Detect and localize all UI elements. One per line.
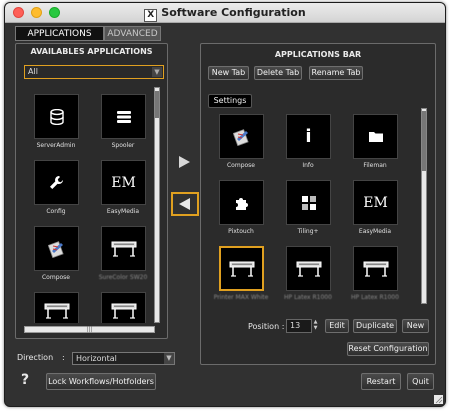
app-tile-label: Config	[46, 208, 66, 215]
scrollbar-thumb[interactable]	[422, 111, 426, 171]
app-tile[interactable]	[101, 94, 146, 139]
available-vertical-scrollbar[interactable]	[154, 87, 160, 323]
info-icon: i	[305, 126, 312, 147]
bar-vertical-scrollbar[interactable]	[421, 108, 427, 304]
puzzle-icon	[235, 196, 249, 210]
resize-grip-icon[interactable]	[434, 395, 443, 404]
window-title-text: Software Configuration	[161, 6, 306, 19]
app-tile-label: Pixtouch	[228, 228, 254, 235]
app-tile[interactable]	[219, 114, 264, 159]
app-tile-label: SureColor SW20	[98, 274, 148, 281]
app-tile[interactable]	[34, 292, 79, 323]
printer-icon	[44, 303, 70, 319]
app-tile[interactable]	[353, 114, 398, 159]
easymedia-icon: EM	[111, 174, 136, 191]
app-tile-label: EasyMedia	[106, 208, 140, 215]
title-bar: X Software Configuration	[5, 3, 445, 23]
app-tile-label: Tiling+	[297, 228, 319, 235]
easymedia-icon: EM	[363, 194, 388, 211]
app-tile-label: Compose	[41, 274, 70, 281]
chevron-down-icon: ▼	[164, 353, 174, 364]
app-tile-label: Printer MAX White	[213, 294, 269, 301]
x11-icon: X	[144, 9, 158, 22]
position-label: Position :	[248, 322, 285, 331]
app-tile-label: ServerAdmin	[36, 142, 76, 149]
app-tile-label: HP Latex R1000	[284, 294, 332, 301]
app-tile[interactable]	[34, 226, 79, 271]
app-tile[interactable]	[286, 246, 331, 291]
duplicate-button[interactable]: Duplicate	[353, 319, 397, 333]
printer-icon	[111, 241, 137, 257]
app-tile[interactable]	[34, 160, 79, 205]
app-tile[interactable]	[101, 226, 146, 271]
tiling-icon	[301, 195, 316, 210]
add-to-bar-button[interactable]	[170, 150, 198, 174]
remove-from-bar-button[interactable]	[171, 192, 199, 216]
applications-bar-title: APPLICATIONS BAR	[274, 50, 362, 59]
available-horizontal-scrollbar[interactable]: |||	[24, 326, 155, 333]
wrench-icon	[49, 175, 64, 190]
direction-separator: :	[62, 353, 65, 362]
application-filter-select[interactable]: All ▼	[24, 65, 164, 79]
app-tile-label: Compose	[226, 162, 255, 169]
compose-icon	[47, 240, 66, 258]
tab-settings[interactable]: Settings	[208, 94, 252, 108]
app-tile[interactable]: EM	[353, 180, 398, 225]
list-icon	[116, 110, 131, 123]
compose-icon	[232, 128, 251, 146]
quit-button[interactable]: Quit	[407, 373, 434, 390]
app-tile[interactable]	[219, 180, 264, 225]
direction-select[interactable]: Horizontal ▼	[72, 352, 175, 365]
database-icon	[49, 108, 64, 125]
printer-icon	[229, 261, 255, 277]
app-tile[interactable]	[286, 180, 331, 225]
scrollbar-thumb[interactable]	[155, 91, 159, 118]
arrow-right-icon	[179, 156, 190, 168]
position-stepper[interactable]: ▲ ▼	[312, 319, 319, 331]
printer-icon	[111, 303, 137, 319]
tab-applications[interactable]: APPLICATIONS	[15, 26, 104, 41]
new-tab-button[interactable]: New Tab	[208, 66, 249, 80]
app-tile[interactable]: i	[286, 114, 331, 159]
delete-tab-button[interactable]: Delete Tab	[254, 66, 302, 80]
app-tile[interactable]	[353, 246, 398, 291]
stepper-down-icon[interactable]: ▼	[312, 325, 319, 331]
direction-label: Direction	[17, 353, 54, 362]
direction-value: Horizontal	[76, 354, 117, 363]
printer-icon	[363, 261, 389, 277]
scroll-grip-icon[interactable]: |||	[86, 327, 92, 333]
app-tile[interactable]: EM	[101, 160, 146, 205]
new-button[interactable]: New	[402, 319, 429, 333]
help-button[interactable]: ?	[21, 372, 29, 388]
reset-configuration-button[interactable]: Reset Configuration	[347, 342, 429, 356]
arrow-left-icon	[179, 198, 190, 210]
rename-tab-button[interactable]: Rename Tab	[309, 66, 363, 80]
position-input[interactable]: 13	[286, 319, 312, 333]
printer-icon	[296, 261, 322, 277]
window-title: X Software Configuration	[5, 6, 445, 22]
app-tile-label: Spooler	[111, 142, 135, 149]
restart-button[interactable]: Restart	[361, 373, 401, 390]
tab-advanced[interactable]: ADVANCED	[104, 26, 161, 41]
app-tile[interactable]	[219, 246, 264, 291]
edit-button[interactable]: Edit	[325, 319, 349, 333]
window: X Software Configuration APPLICATIONS ADV…	[4, 2, 446, 407]
lock-workflows-button[interactable]: Lock Workflows/Hotfolders	[46, 373, 156, 390]
app-tile-label: HP Latex R1000	[351, 294, 399, 301]
app-tile-label: EasyMedia	[358, 228, 392, 235]
chevron-down-icon: ▼	[152, 67, 162, 77]
available-applications-title: AVAILABLES APPLICATIONS	[30, 47, 153, 56]
folder-icon	[368, 131, 383, 142]
filter-value: All	[28, 67, 38, 76]
app-tile[interactable]	[101, 292, 146, 323]
app-tile[interactable]	[34, 94, 79, 139]
app-tile-label: Fileman	[363, 162, 387, 169]
app-tile-label: Info	[302, 162, 314, 169]
